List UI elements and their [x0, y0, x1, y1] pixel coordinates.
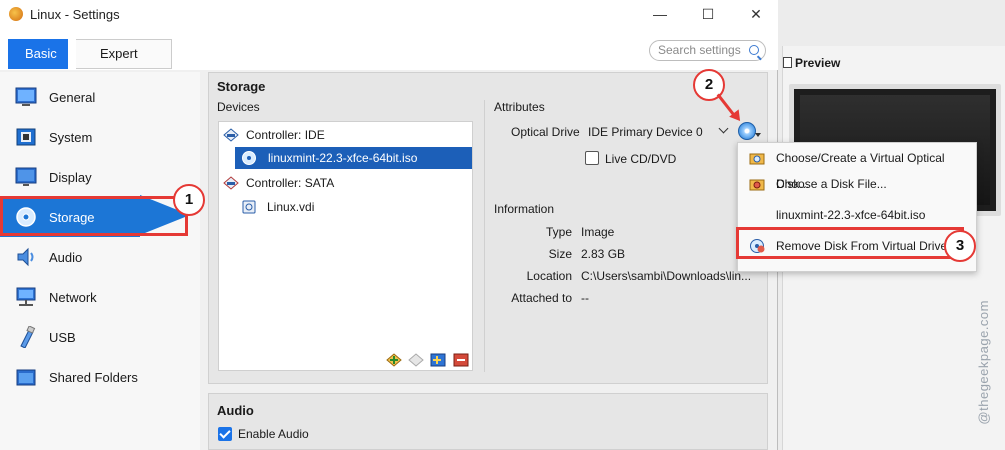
live-cd-label: Live CD/DVD	[605, 152, 677, 166]
tree-label: Controller: SATA	[246, 176, 335, 190]
sidebar-item-usb[interactable]: USB	[0, 317, 200, 357]
display-monitor-icon	[15, 167, 37, 186]
chevron-down-icon	[755, 133, 761, 137]
search-placeholder: Search settings	[658, 43, 741, 57]
ide-controller-icon	[223, 128, 239, 142]
add-controller-icon[interactable]	[386, 352, 402, 368]
preview-title: Preview	[795, 56, 841, 70]
sidebar-item-label: Audio	[49, 249, 83, 265]
attributes-label: Attributes	[494, 100, 545, 114]
info-key-attached: Attached to	[511, 291, 572, 305]
highlight-remove-disk	[736, 227, 964, 259]
info-key-location: Location	[526, 269, 572, 283]
audio-panel	[208, 393, 768, 450]
optical-drive-label: Optical Drive	[511, 125, 580, 139]
information-label: Information	[494, 202, 555, 216]
open-folder-icon	[749, 179, 765, 191]
sidebar-item-label: Display	[49, 169, 92, 185]
enable-audio-checkbox[interactable]	[218, 427, 232, 441]
chevron-down-icon	[718, 123, 729, 134]
speaker-icon	[17, 247, 34, 267]
hard-disk-icon	[242, 200, 256, 214]
tree-label: Linux.vdi	[267, 200, 315, 214]
callout-3: 3	[944, 230, 976, 262]
optical-disc-icon	[242, 151, 256, 165]
window-title: Linux - Settings	[30, 7, 120, 22]
tree-row-disk-vdi[interactable]: Linux.vdi	[219, 196, 472, 218]
virtualbox-app-icon	[9, 7, 23, 21]
info-value-attached: --	[581, 291, 589, 305]
devices-label: Devices	[217, 100, 260, 114]
highlight-storage	[0, 196, 188, 236]
callout-1: 1	[173, 184, 205, 216]
network-icon	[16, 287, 36, 306]
sidebar-item-label: USB	[49, 329, 76, 345]
menu-item-iso[interactable]: linuxmint-22.3-xfce-64bit.iso	[738, 202, 976, 228]
panel-divider	[484, 100, 485, 372]
sidebar-item-label: General	[49, 89, 96, 105]
sata-controller-icon	[223, 176, 239, 190]
storage-title: Storage	[217, 79, 266, 94]
tree-row-optical-iso[interactable]: linuxmint-22.3-xfce-64bit.iso	[235, 147, 472, 169]
search-input[interactable]: Search settings	[649, 40, 766, 61]
menu-item-choose-create[interactable]: Choose/Create a Virtual Optical Disk...	[738, 145, 976, 191]
sidebar-item-label: Network	[49, 289, 97, 305]
tree-label: Controller: IDE	[246, 128, 325, 142]
info-value-size: 2.83 GB	[581, 247, 626, 261]
preview-icon	[783, 57, 792, 68]
system-chip-icon	[16, 128, 36, 146]
add-attachment-icon[interactable]	[430, 352, 446, 368]
info-key-type: Type	[545, 225, 572, 239]
usb-icon	[20, 326, 36, 348]
devices-tree[interactable]: Controller: IDE linuxmint-22.3-xfce-64bi…	[218, 121, 473, 371]
tab-expert[interactable]: Expert	[76, 39, 172, 69]
live-cd-checkbox[interactable]	[585, 151, 599, 165]
sidebar-item-display[interactable]: Display	[0, 157, 200, 197]
optical-folder-icon	[749, 153, 765, 165]
sidebar-item-network[interactable]: Network	[0, 277, 200, 317]
tree-row-controller-ide[interactable]: Controller: IDE	[219, 124, 472, 146]
info-value-type: Image	[581, 225, 615, 239]
close-button[interactable]: ✕	[736, 4, 776, 24]
watermark: @thegeekpage.com	[976, 300, 991, 425]
menu-item-label: Choose a Disk File...	[776, 177, 887, 191]
folder-icon	[16, 369, 36, 386]
sidebar-item-general[interactable]: General	[0, 77, 200, 117]
maximize-button[interactable]: ☐	[688, 4, 728, 24]
tab-basic[interactable]: Basic	[8, 39, 68, 69]
sidebar-item-system[interactable]: System	[0, 117, 200, 157]
sidebar-item-label: System	[49, 129, 93, 145]
minimize-button[interactable]: —	[640, 4, 680, 24]
tree-row-controller-sata[interactable]: Controller: SATA	[219, 172, 472, 194]
sidebar-item-audio[interactable]: Audio	[0, 237, 200, 277]
sidebar-item-shared-folders[interactable]: Shared Folders	[0, 357, 200, 397]
info-value-location: C:\Users\sambi\Downloads\lin...	[581, 269, 752, 283]
optical-drive-value: IDE Primary Device 0	[588, 125, 703, 139]
audio-title: Audio	[217, 403, 254, 418]
search-icon[interactable]	[749, 45, 759, 55]
general-icon	[15, 87, 37, 106]
remove-attachment-icon[interactable]	[453, 352, 469, 368]
optical-drive-select[interactable]: IDE Primary Device 0	[583, 121, 733, 143]
optical-disc-menu-button[interactable]	[738, 122, 756, 140]
sidebar-item-label: Shared Folders	[49, 369, 138, 385]
tree-label: linuxmint-22.3-xfce-64bit.iso	[268, 151, 418, 165]
menu-item-choose-file[interactable]: Choose a Disk File...	[738, 171, 976, 197]
info-key-size: Size	[548, 247, 572, 261]
enable-audio-label: Enable Audio	[238, 427, 309, 441]
remove-controller-icon[interactable]	[408, 352, 424, 368]
menu-item-label: linuxmint-22.3-xfce-64bit.iso	[776, 208, 926, 222]
